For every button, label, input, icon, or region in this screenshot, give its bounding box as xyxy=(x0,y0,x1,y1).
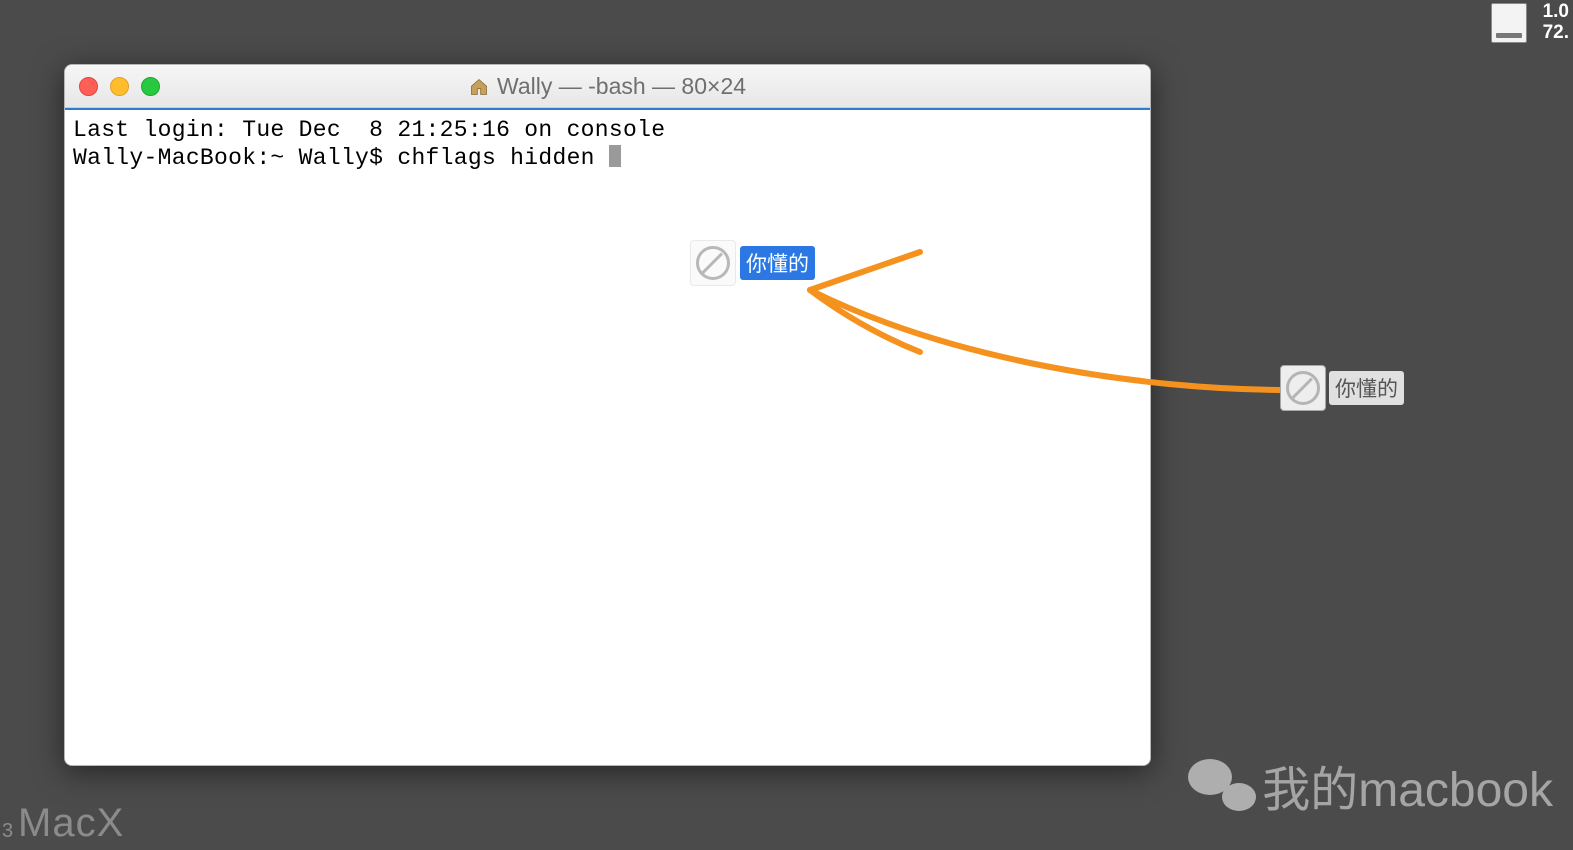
window-title-area: Wally — -bash — 80×24 xyxy=(65,73,1150,100)
menubar-info: 1.0 72. xyxy=(1543,2,1569,44)
window-title: Wally — -bash — 80×24 xyxy=(497,73,746,100)
minimize-button[interactable] xyxy=(110,77,129,96)
menubar-right: 1.0 72. xyxy=(1491,0,1573,46)
close-button[interactable] xyxy=(79,77,98,96)
terminal-window: Wally — -bash — 80×24 Last login: Tue De… xyxy=(64,64,1151,766)
zoom-button[interactable] xyxy=(141,77,160,96)
forbidden-icon xyxy=(1286,371,1320,405)
disk-icon[interactable] xyxy=(1491,3,1527,43)
traffic-lights xyxy=(79,77,160,96)
desktop-file-label: 你懂的 xyxy=(1329,371,1404,405)
menubar-line1: 1.0 xyxy=(1543,2,1569,23)
watermark-macx-text: MacX xyxy=(18,801,124,845)
watermark-wechat: 我的macbook xyxy=(1188,750,1553,820)
dragged-file-label: 你懂的 xyxy=(740,246,815,280)
watermark-wechat-text: 我的macbook xyxy=(1262,750,1553,820)
watermark-macx-sub: 3 xyxy=(2,820,14,843)
home-icon xyxy=(469,76,489,96)
menubar-line2: 72. xyxy=(1543,23,1569,44)
forbidden-icon xyxy=(696,246,730,280)
terminal-cursor xyxy=(609,145,621,167)
watermark-macx: 3 MacX xyxy=(18,801,124,846)
desktop-file[interactable]: 你懂的 xyxy=(1280,365,1404,411)
wechat-icon xyxy=(1188,759,1256,811)
terminal-line-1: Last login: Tue Dec 8 21:25:16 on consol… xyxy=(73,117,665,143)
terminal-prompt: Wally-MacBook:~ Wally$ chflags hidden xyxy=(73,145,609,171)
file-icon xyxy=(1280,365,1326,411)
dragged-file[interactable]: 你懂的 xyxy=(690,240,815,286)
terminal-body[interactable]: Last login: Tue Dec 8 21:25:16 on consol… xyxy=(65,108,1150,766)
file-icon xyxy=(690,240,736,286)
titlebar[interactable]: Wally — -bash — 80×24 xyxy=(65,65,1150,108)
